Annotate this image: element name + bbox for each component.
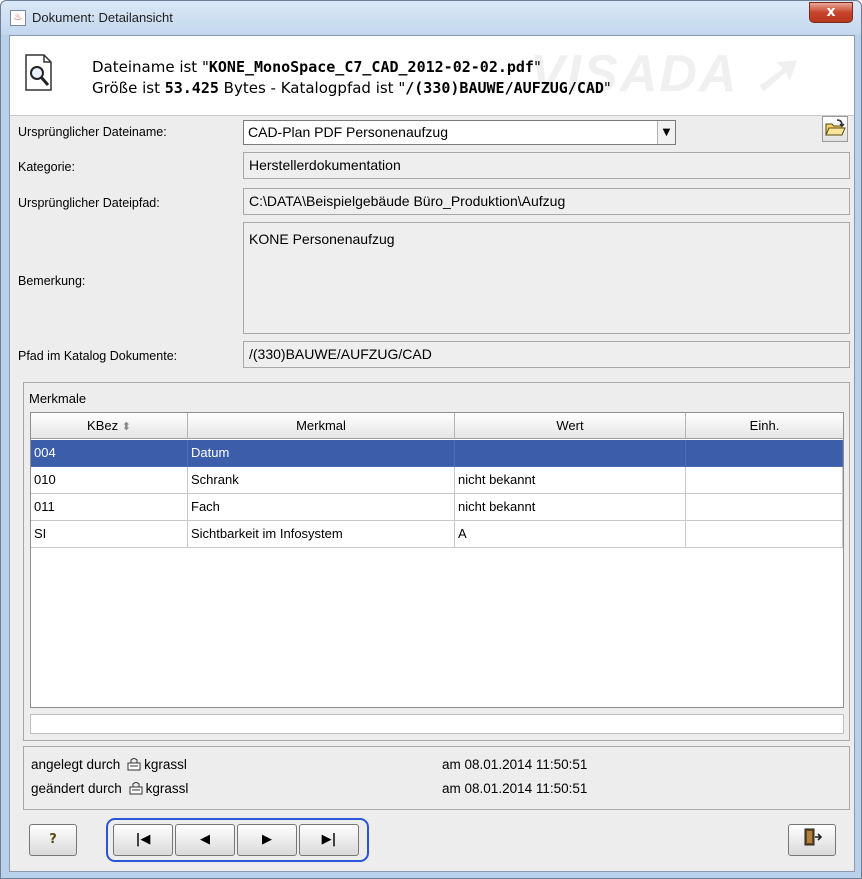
orig-path-label: Ursprünglicher Dateipfad: — [18, 196, 160, 210]
table-filter-bar[interactable] — [30, 714, 844, 734]
changed-at-label: am — [442, 781, 461, 796]
dialog-window: ♨ Dokument: Detailansicht x VISADA ➚ Dat… — [0, 0, 862, 879]
table-row[interactable]: 011 Fach nicht bekannt — [31, 494, 843, 521]
user-lock-icon — [129, 782, 143, 795]
remark-label: Bemerkung: — [18, 274, 86, 288]
table-header: KBez ⬍ Merkmal Wert Einh. — [31, 413, 843, 439]
info-text: " — [603, 79, 611, 97]
cell-einheit — [686, 494, 843, 521]
created-at-label: am — [442, 757, 461, 772]
changed-by-label: geändert durch — [31, 781, 122, 796]
cell-einheit — [686, 440, 843, 467]
category-field[interactable]: Herstellerdokumentation — [243, 152, 850, 179]
help-icon: ? — [49, 832, 57, 847]
column-header-kbez[interactable]: KBez ⬍ — [31, 413, 188, 439]
created-at-line: am 08.01.2014 11:50:51 — [442, 757, 587, 772]
orig-path-field[interactable]: C:\DATA\Beispielgebäude Büro_Produktion\… — [243, 188, 850, 215]
changed-at-value: 08.01.2014 11:50:51 — [464, 781, 588, 796]
java-app-icon: ♨ — [10, 10, 26, 26]
cell-kbez: SI — [31, 521, 188, 548]
skip-last-icon: ▶| — [321, 832, 337, 847]
folder-open-icon — [825, 119, 846, 136]
cell-merkmal: Datum — [188, 440, 455, 467]
arrow-left-icon: ◀ — [200, 832, 210, 847]
window-title: Dokument: Detailansicht — [32, 10, 173, 25]
created-by-user: kgrassl — [144, 757, 187, 772]
created-at-value: 08.01.2014 11:50:51 — [464, 757, 588, 772]
table-row[interactable]: 010 Schrank nicht bekannt — [31, 467, 843, 494]
exit-door-icon — [804, 828, 823, 846]
cell-kbez: 011 — [31, 494, 188, 521]
last-record-button[interactable]: ▶| — [299, 824, 359, 856]
dialog-content: VISADA ➚ Dateiname ist "KONE_MonoSpace_C… — [9, 35, 855, 872]
merkmale-table[interactable]: KBez ⬍ Merkmal Wert Einh. 004 Datum 010 Sch… — [30, 412, 844, 708]
cell-einheit — [686, 521, 843, 548]
arrow-right-icon: ▶ — [262, 832, 272, 847]
document-search-icon — [25, 54, 52, 91]
cell-merkmal: Schrank — [188, 467, 455, 494]
previous-record-button[interactable]: ◀ — [175, 824, 235, 856]
cell-wert: nicht bekannt — [455, 467, 686, 494]
created-by-line: angelegt durch kgrassl — [31, 757, 187, 772]
merkmale-group: Merkmale KBez ⬍ Merkmal Wert Einh. 004 Da… — [23, 382, 850, 741]
orig-filename-value: CAD-Plan PDF Personenaufzug — [248, 124, 448, 140]
cell-wert: nicht bekannt — [455, 494, 686, 521]
changed-at-line: am 08.01.2014 11:50:51 — [442, 781, 587, 796]
cell-wert: A — [455, 521, 686, 548]
close-button[interactable]: x — [809, 2, 853, 23]
open-folder-button[interactable] — [822, 116, 848, 142]
cell-einheit — [686, 467, 843, 494]
skip-first-icon: |◀ — [135, 832, 151, 847]
column-header-merkmal[interactable]: Merkmal — [188, 413, 455, 439]
info-text: Dateiname ist " — [92, 58, 209, 76]
catalog-path-label: Pfad im Katalog Dokumente: — [18, 349, 178, 363]
file-size-value: 53.425 — [164, 79, 219, 97]
info-text: Größe ist — [92, 79, 165, 97]
column-header-label: KBez — [87, 418, 119, 433]
cell-merkmal: Sichtbarkeit im Infosystem — [188, 521, 455, 548]
cell-wert — [455, 440, 686, 467]
size-info-line: Größe ist 53.425 Bytes - Katalogpfad ist… — [92, 79, 611, 97]
file-info-line: Dateiname ist "KONE_MonoSpace_C7_CAD_201… — [92, 58, 541, 76]
table-row[interactable]: 004 Datum — [31, 440, 843, 467]
table-row[interactable]: SI Sichtbarkeit im Infosystem A — [31, 521, 843, 548]
info-text: Bytes - Katalogpfad ist " — [218, 79, 406, 97]
chevron-down-icon[interactable]: ▼ — [657, 121, 675, 144]
orig-filename-label: Ursprünglicher Dateiname: — [18, 125, 167, 139]
created-by-label: angelegt durch — [31, 757, 121, 772]
sort-icon: ⬍ — [121, 421, 131, 433]
first-record-button[interactable]: |◀ — [113, 824, 173, 856]
orig-filename-combo[interactable]: CAD-Plan PDF Personenaufzug ▼ — [243, 120, 676, 145]
category-label: Kategorie: — [18, 160, 75, 174]
user-lock-icon — [127, 758, 141, 771]
exit-button[interactable] — [788, 824, 836, 856]
column-header-wert[interactable]: Wert — [455, 413, 686, 439]
file-name-value: KONE_MonoSpace_C7_CAD_2012-02-02.pdf — [208, 58, 534, 76]
catalog-path-field[interactable]: /(330)BAUWE/AUFZUG/CAD — [243, 341, 850, 368]
catalog-path-value: /(330)BAUWE/AUFZUG/CAD — [405, 79, 604, 97]
changed-by-line: geändert durch kgrassl — [31, 781, 188, 796]
audit-info: angelegt durch kgrassl am 08.01.2014 11:… — [23, 746, 850, 810]
cell-kbez: 004 — [31, 440, 188, 467]
merkmale-title: Merkmale — [29, 391, 87, 406]
cell-merkmal: Fach — [188, 494, 455, 521]
info-text: " — [533, 58, 541, 76]
column-header-einheit[interactable]: Einh. — [686, 413, 843, 439]
next-record-button[interactable]: ▶ — [237, 824, 297, 856]
remark-textarea[interactable]: KONE Personenaufzug — [243, 222, 850, 334]
help-button[interactable]: ? — [29, 824, 77, 856]
info-header: VISADA ➚ Dateiname ist "KONE_MonoSpace_C… — [10, 36, 854, 116]
changed-by-user: kgrassl — [145, 781, 189, 796]
title-bar[interactable]: ♨ Dokument: Detailansicht x — [1, 1, 861, 35]
cell-kbez: 010 — [31, 467, 188, 494]
